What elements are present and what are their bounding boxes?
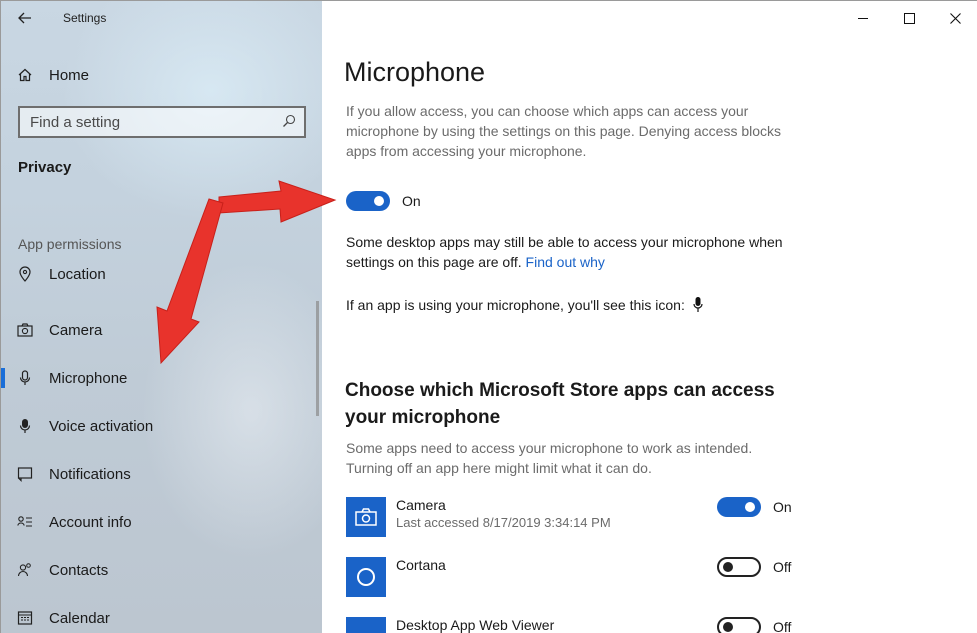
sidebar-item-label: Microphone: [49, 369, 128, 387]
camera-icon: [1, 322, 49, 338]
account-info-icon: [1, 514, 49, 530]
sidebar-item-account-info[interactable]: Account info: [1, 498, 322, 546]
app-last-accessed: Last accessed 8/17/2019 3:34:14 PM: [396, 515, 611, 530]
store-apps-heading: Choose which Microsoft Store apps can ac…: [345, 380, 775, 428]
app-toggle-row: Off: [717, 617, 791, 633]
sidebar-item-label: Account info: [49, 513, 132, 531]
search-icon[interactable]: [282, 114, 296, 131]
desktop-app-web-viewer-toggle[interactable]: [717, 617, 761, 633]
main-content: Microphone If you allow access, you can …: [322, 1, 977, 633]
back-button[interactable]: [1, 1, 49, 35]
toggle-state-label: Off: [773, 559, 792, 575]
section-title-privacy: Privacy: [18, 159, 72, 176]
sidebar-item-microphone[interactable]: Microphone: [1, 354, 322, 402]
sidebar-item-camera[interactable]: Camera: [1, 306, 322, 354]
sidebar-item-home[interactable]: Home: [1, 59, 322, 91]
microphone-access-toggle-row: On: [346, 191, 421, 211]
desktop-app-web-viewer-tile: [346, 617, 386, 633]
sidebar-item-label: Camera: [49, 321, 103, 339]
app-name: Camera: [396, 497, 446, 513]
home-label: Home: [49, 66, 90, 84]
minimize-icon: [857, 17, 868, 19]
sidebar-item-label: Calendar: [49, 609, 110, 627]
microphone-icon: [1, 370, 49, 386]
icon-note: If an app is using your microphone, you'…: [346, 297, 703, 313]
search-input[interactable]: [30, 113, 260, 131]
page-title: Microphone: [344, 57, 486, 87]
sidebar-item-notifications[interactable]: Notifications: [1, 450, 322, 498]
app-row-desktop-app-web-viewer: Desktop App Web Viewer Off: [346, 617, 806, 633]
minimize-button[interactable]: [840, 1, 886, 35]
app-toggle-row: Off: [717, 557, 791, 577]
window-controls: [840, 1, 977, 35]
page-description: If you allow access, you can choose whic…: [346, 103, 782, 159]
camera-app-toggle[interactable]: [717, 497, 761, 517]
toggle-state-label: On: [402, 193, 421, 209]
home-icon: [1, 67, 49, 83]
maximize-button[interactable]: [886, 1, 932, 35]
sidebar-item-contacts[interactable]: Contacts: [1, 546, 322, 594]
sidebar-scrollbar[interactable]: [316, 301, 319, 416]
voice-activation-icon: [1, 418, 49, 434]
search-box[interactable]: [18, 106, 306, 138]
calendar-icon: [1, 610, 49, 626]
notifications-icon: [1, 466, 49, 482]
sidebar-item-label: Voice activation: [49, 417, 154, 435]
find-out-why-link[interactable]: Find out why: [526, 254, 605, 270]
cortana-app-tile: [346, 557, 386, 597]
sidebar-item-location[interactable]: Location: [1, 258, 322, 290]
back-arrow-icon: [18, 12, 31, 24]
close-icon: [949, 12, 961, 24]
sidebar-item-label: Notifications: [49, 465, 131, 483]
group-label-app-permissions: App permissions: [18, 236, 122, 252]
sidebar: Settings Home Privacy App permissions Lo…: [1, 1, 322, 633]
sidebar-item-label: Contacts: [49, 561, 109, 579]
app-row-cortana: Cortana Off: [346, 557, 806, 601]
app-title: Settings: [63, 11, 107, 25]
app-toggle-row: On: [717, 497, 792, 517]
app-name: Desktop App Web Viewer: [396, 617, 555, 633]
maximize-icon: [903, 12, 915, 24]
camera-app-icon: [355, 508, 377, 526]
app-row-camera: Camera Last accessed 8/17/2019 3:34:14 P…: [346, 497, 806, 541]
microphone-access-toggle[interactable]: [346, 191, 390, 211]
location-icon: [1, 266, 49, 282]
close-button[interactable]: [932, 1, 977, 35]
toggle-state-label: Off: [773, 619, 792, 633]
store-apps-description: Some apps need to access your microphone…: [346, 440, 753, 476]
camera-app-tile: [346, 497, 386, 537]
desktop-apps-note: Some desktop apps may still be able to a…: [346, 232, 786, 272]
permissions-nav: Location Camera Microphone Voice activat…: [1, 258, 322, 633]
app-name: Cortana: [396, 557, 446, 573]
contacts-icon: [1, 562, 49, 578]
cortana-icon: [357, 568, 375, 586]
title-bar: Settings: [1, 1, 322, 35]
microphone-in-use-icon: [693, 297, 703, 313]
sidebar-item-calendar[interactable]: Calendar: [1, 594, 322, 633]
sidebar-item-voice-activation[interactable]: Voice activation: [1, 402, 322, 450]
sidebar-item-label: Location: [49, 265, 106, 283]
cortana-app-toggle[interactable]: [717, 557, 761, 577]
toggle-state-label: On: [773, 499, 792, 515]
icon-note-text: If an app is using your microphone, you'…: [346, 297, 685, 313]
